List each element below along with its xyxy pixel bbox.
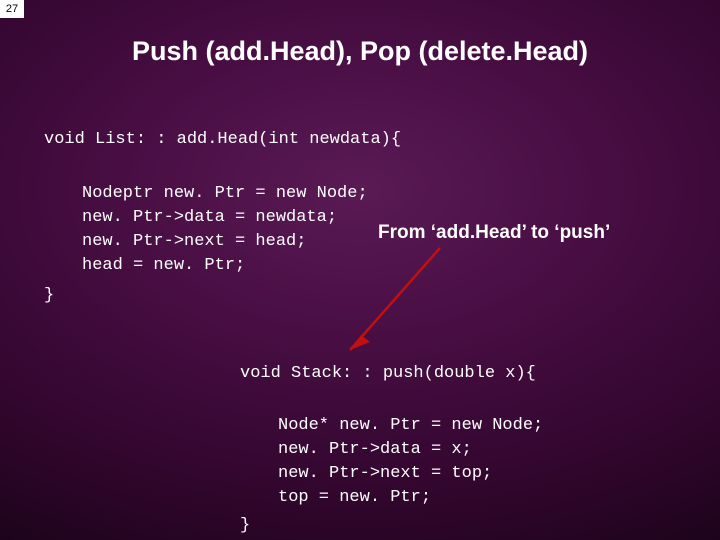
code2-signature: void Stack: : push(double x){: [240, 362, 536, 386]
code2-body: Node* new. Ptr = new Node; new. Ptr->dat…: [278, 414, 543, 511]
code2-close: }: [240, 514, 250, 538]
slide-title: Push (add.Head), Pop (delete.Head): [0, 36, 720, 67]
code1-body: Nodeptr new. Ptr = new Node; new. Ptr->d…: [82, 182, 368, 279]
code1-signature: void List: : add.Head(int newdata){: [44, 128, 401, 152]
slide: 27 Push (add.Head), Pop (delete.Head) vo…: [0, 0, 720, 540]
annotation-text: From ‘add.Head’ to ‘push’: [378, 222, 610, 244]
slide-number: 27: [0, 0, 24, 18]
code1-close: }: [44, 284, 54, 308]
